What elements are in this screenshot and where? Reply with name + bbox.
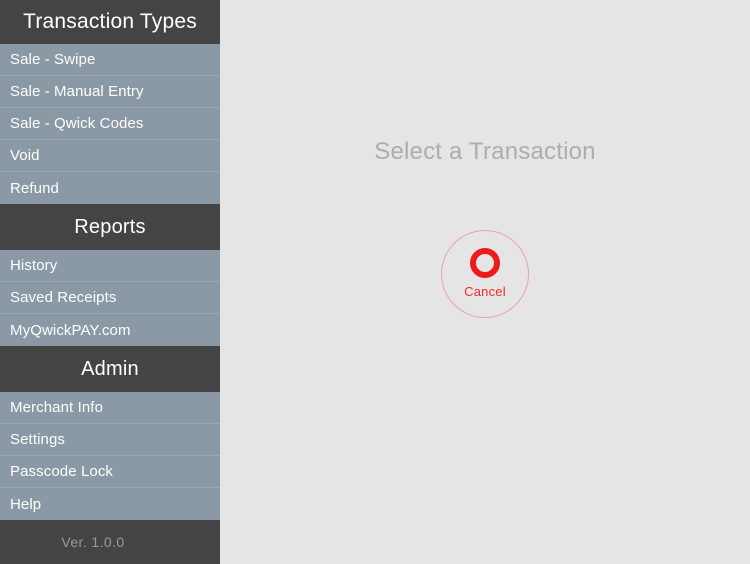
- sidebar-item-passcode-lock[interactable]: Passcode Lock: [0, 456, 220, 488]
- sidebar-item-refund[interactable]: Refund: [0, 172, 220, 204]
- section-title-transaction-types: Transaction Types: [23, 10, 197, 33]
- version-label: Ver. 1.0.0: [61, 534, 125, 550]
- sidebar-item-label: Saved Receipts: [10, 289, 117, 306]
- sidebar-item-merchant-info[interactable]: Merchant Info: [0, 392, 220, 424]
- sidebar-item-label: Sale - Swipe: [10, 51, 96, 68]
- version-bar: Ver. 1.0.0: [0, 520, 220, 564]
- section-header-admin: Admin: [0, 346, 220, 392]
- sidebar-item-label: MyQwickPAY.com: [10, 321, 131, 339]
- menu-list-admin: Merchant Info Settings Passcode Lock Hel…: [0, 392, 220, 520]
- section-title-reports: Reports: [74, 215, 146, 238]
- menu-list-reports: History Saved Receipts MyQwickPAY.com: [0, 250, 220, 346]
- main-content: Select a Transaction Cancel: [220, 0, 750, 563]
- sidebar-item-label: Help: [10, 495, 42, 513]
- prompt-select-transaction: Select a Transaction: [374, 138, 596, 165]
- sidebar-item-help[interactable]: Help: [0, 488, 220, 520]
- sidebar-item-label: Sale - Manual Entry: [10, 83, 144, 100]
- sidebar-item-saved-receipts[interactable]: Saved Receipts: [0, 282, 220, 314]
- sidebar-item-label: Refund: [10, 179, 59, 197]
- sidebar-item-sale-qwick-codes[interactable]: Sale - Qwick Codes: [0, 108, 220, 140]
- cancel-button-label: Cancel: [464, 283, 506, 299]
- sidebar-item-settings[interactable]: Settings: [0, 424, 220, 456]
- section-header-transaction-types: Transaction Types: [0, 0, 220, 44]
- section-title-admin: Admin: [81, 357, 139, 380]
- app-root: Transaction Types Sale - Swipe Sale - Ma…: [0, 0, 750, 564]
- sidebar-item-label: History: [10, 257, 58, 274]
- sidebar-item-label: Sale - Qwick Codes: [10, 115, 144, 132]
- sidebar-item-label: Settings: [10, 431, 65, 448]
- cancel-ring-icon: [470, 247, 500, 278]
- sidebar-item-sale-swipe[interactable]: Sale - Swipe: [0, 44, 220, 76]
- sidebar-item-label: Void: [10, 147, 40, 164]
- menu-list-transaction-types: Sale - Swipe Sale - Manual Entry Sale - …: [0, 44, 220, 204]
- sidebar-item-label: Merchant Info: [10, 399, 104, 416]
- sidebar-item-label: Passcode Lock: [10, 463, 114, 480]
- sidebar-item-myqwickpay[interactable]: MyQwickPAY.com: [0, 314, 220, 346]
- cancel-button[interactable]: Cancel: [441, 230, 529, 318]
- section-header-reports: Reports: [0, 204, 220, 250]
- sidebar-item-sale-manual-entry[interactable]: Sale - Manual Entry: [0, 76, 220, 108]
- sidebar-item-void[interactable]: Void: [0, 140, 220, 172]
- sidebar-item-history[interactable]: History: [0, 250, 220, 282]
- sidebar: Transaction Types Sale - Swipe Sale - Ma…: [0, 0, 220, 564]
